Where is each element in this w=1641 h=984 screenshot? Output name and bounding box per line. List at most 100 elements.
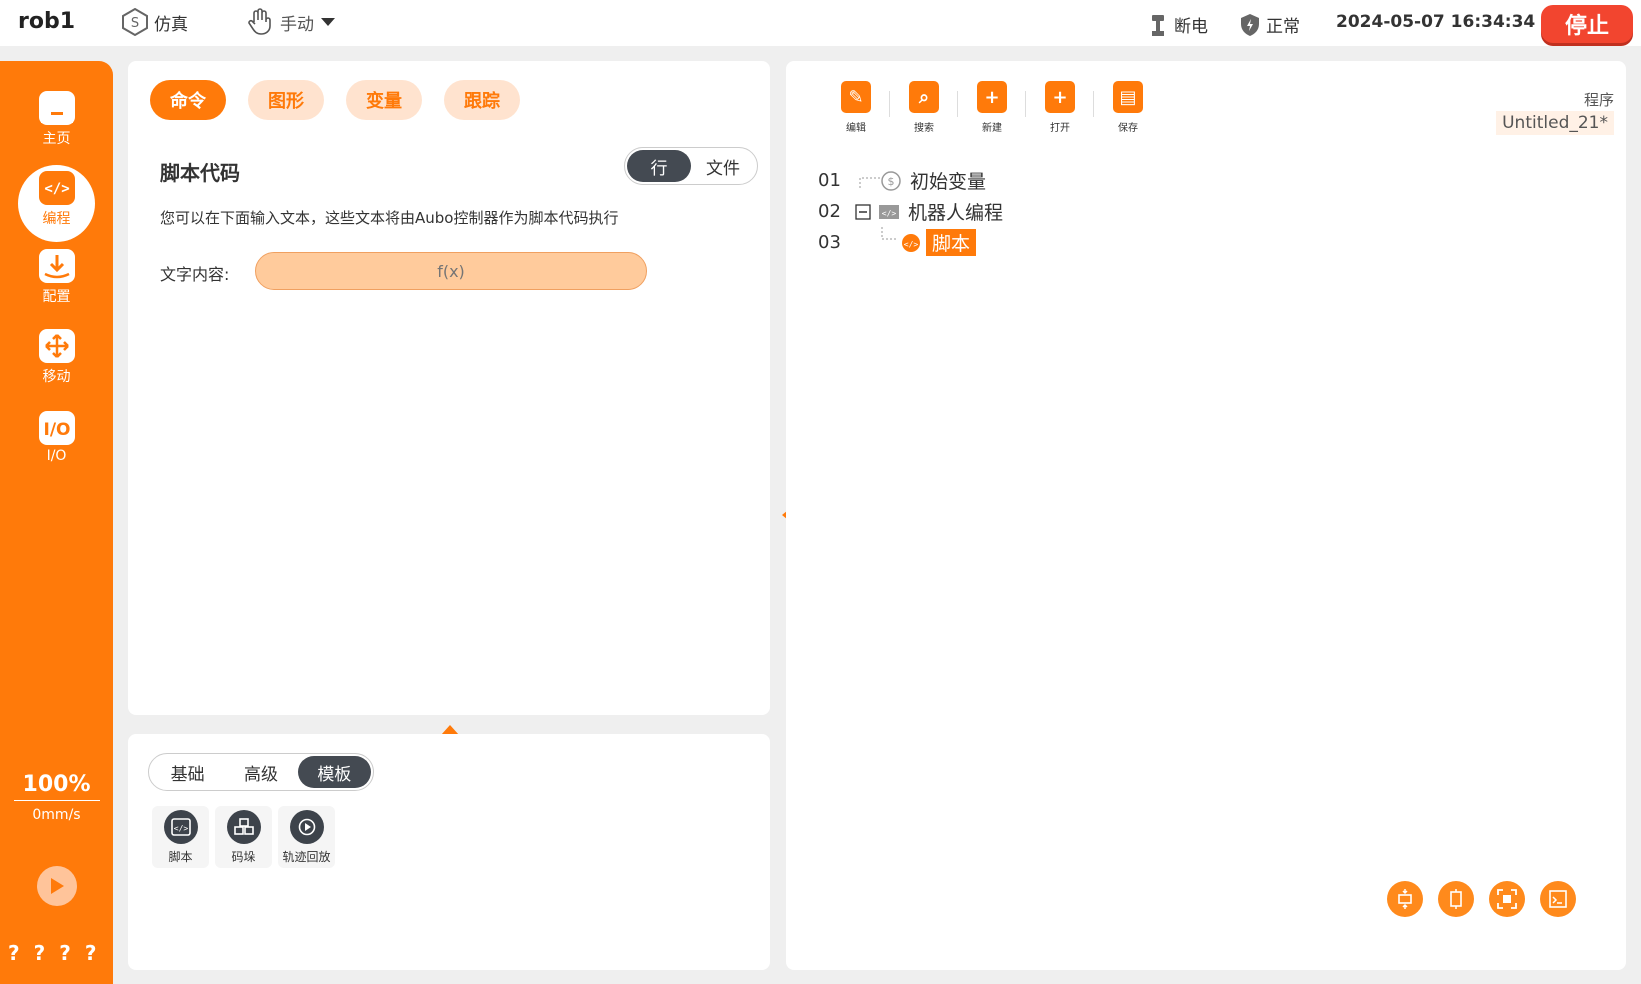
shield-icon (1241, 13, 1259, 36)
tree-connector-icon (881, 227, 898, 240)
play-icon (51, 878, 64, 894)
help-button[interactable]: ? (85, 941, 97, 965)
tool-label: 打开 (1050, 123, 1070, 134)
sidebar-item-label: 移动 (42, 369, 71, 385)
io-icon: I/O (38, 411, 75, 445)
robot-arm-icon (1152, 14, 1164, 36)
library-item-label: 轨迹回放 (282, 849, 331, 864)
tool-label: 编辑 (846, 123, 866, 134)
datetime: 2024-05-07 16:34:34 (1336, 12, 1536, 32)
sidebar-item-home[interactable]: 主页 (0, 91, 113, 148)
speed-percent: 100% (22, 772, 91, 797)
tool-label: 搜索 (914, 123, 934, 134)
sidebar-item-label: I/O (46, 448, 67, 464)
code-icon: </> (38, 171, 75, 205)
library-items: </> 脚本 码垛 轨迹回放 (152, 806, 335, 868)
mode-line-option[interactable]: 行 (627, 150, 691, 182)
library-item-trajectory-replay[interactable]: 轨迹回放 (278, 806, 335, 868)
section-title: 脚本代码 (160, 161, 240, 185)
category-advanced[interactable]: 高级 (224, 756, 297, 788)
play-button[interactable] (37, 866, 77, 906)
svg-text:</>: </> (904, 240, 919, 249)
collapse-icon (1398, 889, 1412, 909)
chevron-down-icon (321, 18, 335, 26)
new-button[interactable]: + 新建 (958, 81, 1026, 134)
category-basic[interactable]: 基础 (151, 756, 224, 788)
library-item-script[interactable]: </> 脚本 (152, 806, 209, 868)
tab-variables[interactable]: 变量 (346, 80, 422, 120)
top-bar: rob1 S 仿真 手动 断电 正常 2024-05-07 16:34:34 停… (0, 0, 1641, 46)
sidebar-item-move[interactable]: 移动 (0, 329, 113, 386)
text-content-input[interactable] (255, 252, 647, 290)
sidebar-item-label: 配置 (42, 289, 71, 305)
config-icon (38, 249, 75, 283)
sidebar-item-io[interactable]: I/O I/O (0, 411, 113, 464)
command-tabs: 命令 图形 变量 跟踪 (150, 80, 520, 120)
help-row: ? ? ? ? (8, 941, 96, 965)
tool-label: 新建 (982, 123, 1002, 134)
program-panel: ✎ 编辑 ⌕ 搜索 + 新建 + 打开 ▤ 保存 程序 Untitled_21*… (786, 61, 1626, 970)
move-icon (38, 329, 75, 363)
collapse-node-icon[interactable] (855, 204, 871, 220)
tab-graphics[interactable]: 图形 (248, 80, 324, 120)
search-icon: ⌕ (909, 81, 939, 113)
open-button[interactable]: + 打开 (1026, 81, 1094, 134)
simulation-label: 仿真 (154, 14, 188, 35)
help-button[interactable]: ? (59, 941, 71, 965)
save-icon: ▤ (1113, 81, 1143, 113)
console-icon (1549, 890, 1567, 908)
expand-all-button[interactable] (1438, 881, 1474, 917)
sidebar-item-programming[interactable]: </> 编程 (0, 165, 113, 242)
svg-text:$: $ (888, 175, 895, 188)
fit-view-button[interactable] (1489, 881, 1525, 917)
variable-icon: $ (881, 170, 901, 191)
mode-toggle: 行 文件 (624, 147, 758, 185)
category-toggle: 基础 高级 模板 (148, 753, 374, 791)
tree-node-label: 脚本 (926, 229, 977, 256)
program-name[interactable]: Untitled_21* (1496, 111, 1614, 135)
description-text: 您可以在下面输入文本，这些文本将由Aubo控制器作为脚本代码执行 (160, 209, 619, 227)
tab-command[interactable]: 命令 (150, 80, 226, 120)
svg-text:</>: </> (173, 824, 188, 833)
library-item-palletizing[interactable]: 码垛 (215, 806, 272, 868)
replay-icon (289, 809, 324, 844)
sidebar-item-config[interactable]: 配置 (0, 249, 113, 306)
library-item-label: 脚本 (168, 849, 193, 864)
save-button[interactable]: ▤ 保存 (1094, 81, 1162, 134)
view-tools (1387, 881, 1576, 917)
simulation-mode[interactable]: S 仿真 (122, 8, 188, 36)
speed-indicator[interactable]: 100% 0mm/s (0, 772, 113, 823)
tree-row[interactable]: 01 $ 初始变量 (818, 165, 1003, 196)
power-label: 断电 (1174, 17, 1208, 37)
help-button[interactable]: ? (8, 941, 20, 965)
manual-label: 手动 (280, 14, 314, 35)
sidebar-item-label: 主页 (42, 131, 71, 147)
stop-button[interactable]: 停止 (1541, 5, 1633, 43)
search-button[interactable]: ⌕ 搜索 (890, 81, 958, 134)
tree-node-label: 初始变量 (910, 171, 987, 193)
robot-name[interactable]: rob1 (18, 9, 75, 34)
tree-row[interactable]: 02 </> 机器人编程 (818, 196, 1003, 227)
svg-text:</>: </> (44, 181, 69, 197)
speed-divider (13, 800, 100, 801)
svg-text:S: S (131, 16, 139, 31)
program-label: 程序 (1583, 91, 1614, 109)
sidebar: 主页 </> 编程 配置 移动 I/O I/O 100% 0mm/s ? ? ? (0, 61, 113, 984)
category-template[interactable]: 模板 (297, 756, 371, 788)
text-content-label: 文字内容: (160, 265, 230, 284)
speed-value: 0mm/s (32, 807, 81, 823)
tree-row-selected[interactable]: 03 </> 脚本 (818, 227, 1003, 258)
tab-trace[interactable]: 跟踪 (444, 80, 520, 120)
help-button[interactable]: ? (34, 941, 46, 965)
console-button[interactable] (1540, 881, 1576, 917)
tree-node-label: 机器人编程 (908, 202, 1004, 224)
mode-file-option[interactable]: 文件 (691, 150, 755, 182)
edit-button[interactable]: ✎ 编辑 (822, 81, 890, 134)
power-status: 断电 (1148, 12, 1208, 37)
manual-mode-dropdown[interactable]: 手动 (246, 8, 336, 36)
tree-connector-icon (859, 177, 880, 188)
tool-label: 保存 (1118, 123, 1138, 134)
collapse-all-button[interactable] (1387, 881, 1423, 917)
fit-icon (1497, 889, 1517, 909)
simulation-icon: S (122, 8, 148, 36)
